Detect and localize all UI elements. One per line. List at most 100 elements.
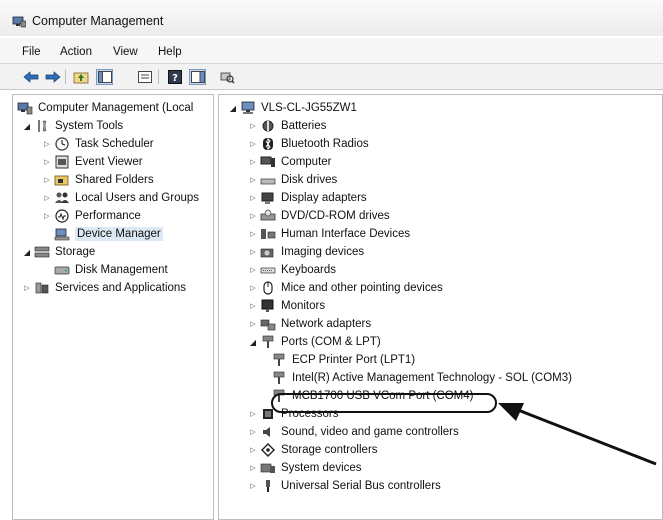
services-icon	[34, 281, 50, 295]
collapsed-triangle-icon[interactable]: ▷	[249, 139, 257, 149]
collapsed-triangle-icon[interactable]: ▷	[249, 409, 257, 419]
up-folder-icon[interactable]	[72, 69, 89, 85]
collapsed-triangle-icon[interactable]: ▷	[249, 283, 257, 293]
event-viewer-icon	[54, 155, 70, 169]
storage-icon	[34, 245, 50, 259]
display-adapter-icon	[260, 191, 276, 205]
collapsed-triangle-icon[interactable]: ▷	[43, 193, 51, 203]
device-category-imaging-devices[interactable]: ▷ Imaging devices	[249, 243, 364, 261]
tree-item-task-scheduler[interactable]: ▷ Task Scheduler	[43, 135, 154, 153]
shared-folder-icon	[54, 173, 70, 187]
tree-item-computer-management[interactable]: Computer Management (Local	[17, 99, 193, 117]
show-hide-tree-icon[interactable]	[96, 69, 113, 85]
collapsed-triangle-icon[interactable]: ▷	[43, 211, 51, 221]
scan-hardware-icon[interactable]	[218, 69, 235, 85]
device-category-display-adapters[interactable]: ▷ Display adapters	[249, 189, 367, 207]
menu-view[interactable]: View	[113, 46, 138, 58]
properties-sheet-icon[interactable]	[136, 69, 153, 85]
collapsed-triangle-icon[interactable]: ▷	[249, 319, 257, 329]
tree-item-local-users-and-groups[interactable]: ▷ Local Users and Groups	[43, 189, 199, 207]
collapsed-triangle-icon[interactable]: ▷	[43, 157, 51, 167]
collapsed-triangle-icon[interactable]: ▷	[249, 427, 257, 437]
dvd-icon	[260, 209, 276, 223]
bluetooth-icon	[260, 137, 276, 151]
device-category-storage-controllers[interactable]: ▷ Storage controllers	[249, 441, 378, 459]
device-item-ecp-printer-port[interactable]: ECP Printer Port (LPT1)	[271, 351, 415, 369]
device-tree-root[interactable]: ◢ VLS-CL-JG55ZW1	[229, 99, 357, 117]
collapsed-triangle-icon[interactable]: ▷	[23, 283, 31, 293]
device-category-usb-controllers[interactable]: ▷ Universal Serial Bus controllers	[249, 477, 441, 495]
hid-icon	[260, 227, 276, 241]
device-category-sound-video-game[interactable]: ▷ Sound, video and game controllers	[249, 423, 458, 441]
sound-icon	[260, 425, 276, 439]
tree-item-storage[interactable]: ◢ Storage	[23, 243, 95, 261]
expanded-triangle-icon[interactable]: ◢	[23, 121, 31, 131]
tree-item-performance[interactable]: ▷ Performance	[43, 207, 141, 225]
device-category-network-adapters[interactable]: ▷ Network adapters	[249, 315, 371, 333]
title-bar: Computer Management	[0, 0, 663, 36]
device-category-ports[interactable]: ◢ Ports (COM & LPT)	[249, 333, 381, 351]
toolbar: ?	[0, 64, 663, 90]
show-action-pane-icon[interactable]	[189, 69, 206, 85]
window-title: Computer Management	[32, 14, 164, 28]
device-item-intel-amt-sol[interactable]: Intel(R) Active Management Technology - …	[271, 369, 572, 387]
tree-item-event-viewer[interactable]: ▷ Event Viewer	[43, 153, 143, 171]
collapsed-triangle-icon[interactable]: ▷	[43, 175, 51, 185]
device-category-batteries[interactable]: ▷ Batteries	[249, 117, 326, 135]
expanded-triangle-icon[interactable]: ◢	[23, 247, 31, 257]
toolbar-separator	[65, 70, 66, 84]
collapsed-triangle-icon[interactable]: ▷	[249, 247, 257, 257]
collapsed-triangle-icon[interactable]: ▷	[249, 463, 257, 473]
device-category-disk-drives[interactable]: ▷ Disk drives	[249, 171, 337, 189]
collapsed-triangle-icon[interactable]: ▷	[249, 481, 257, 491]
menu-action[interactable]: Action	[60, 46, 92, 58]
tree-item-shared-folders[interactable]: ▷ Shared Folders	[43, 171, 153, 189]
console-tree-pane[interactable]: Computer Management (Local ◢ System Tool…	[12, 94, 214, 520]
usb-icon	[260, 479, 276, 493]
back-arrow-icon[interactable]	[22, 69, 39, 85]
disk-icon	[54, 263, 70, 277]
collapsed-triangle-icon[interactable]: ▷	[43, 139, 51, 149]
computer-icon	[260, 155, 276, 169]
device-category-monitors[interactable]: ▷ Monitors	[249, 297, 325, 315]
collapsed-triangle-icon[interactable]: ▷	[249, 175, 257, 185]
collapsed-triangle-icon[interactable]: ▷	[249, 229, 257, 239]
device-category-computer[interactable]: ▷ Computer	[249, 153, 331, 171]
computer-management-icon	[12, 16, 27, 28]
tree-item-services-and-applications[interactable]: ▷ Services and Applications	[23, 279, 186, 297]
collapsed-triangle-icon[interactable]: ▷	[249, 211, 257, 221]
device-category-system-devices[interactable]: ▷ System devices	[249, 459, 361, 477]
device-category-dvd-cd-rom-drives[interactable]: ▷ DVD/CD-ROM drives	[249, 207, 390, 225]
camera-icon	[260, 245, 276, 259]
device-category-keyboards[interactable]: ▷ Keyboards	[249, 261, 336, 279]
storage-controller-icon	[260, 443, 276, 457]
collapsed-triangle-icon[interactable]: ▷	[249, 445, 257, 455]
menu-help[interactable]: Help	[158, 46, 182, 58]
collapsed-triangle-icon[interactable]: ▷	[249, 121, 257, 131]
tree-item-device-manager[interactable]: Device Manager	[54, 225, 163, 243]
port-icon	[271, 371, 287, 385]
computer-icon	[240, 101, 256, 115]
device-manager-icon	[54, 227, 70, 241]
expanded-triangle-icon[interactable]: ◢	[249, 337, 257, 347]
menu-file[interactable]: File	[22, 46, 41, 58]
collapsed-triangle-icon[interactable]: ▷	[249, 265, 257, 275]
port-icon	[271, 353, 287, 367]
device-category-human-interface-devices[interactable]: ▷ Human Interface Devices	[249, 225, 410, 243]
help-icon[interactable]: ?	[166, 69, 183, 85]
collapsed-triangle-icon[interactable]: ▷	[249, 193, 257, 203]
computer-management-icon	[17, 101, 33, 115]
tree-item-disk-management[interactable]: Disk Management	[54, 261, 168, 279]
device-category-bluetooth-radios[interactable]: ▷ Bluetooth Radios	[249, 135, 369, 153]
collapsed-triangle-icon[interactable]: ▷	[249, 301, 257, 311]
svg-text:?: ?	[172, 73, 178, 84]
disk-drive-icon	[260, 173, 276, 187]
menu-bar: File Action View Help	[0, 38, 663, 64]
expanded-triangle-icon[interactable]: ◢	[229, 103, 237, 113]
highlight-oval	[271, 393, 497, 413]
forward-arrow-icon[interactable]	[44, 69, 61, 85]
device-category-mice[interactable]: ▷ Mice and other pointing devices	[249, 279, 443, 297]
tree-item-system-tools[interactable]: ◢ System Tools	[23, 117, 123, 135]
keyboard-icon	[260, 263, 276, 277]
collapsed-triangle-icon[interactable]: ▷	[249, 157, 257, 167]
